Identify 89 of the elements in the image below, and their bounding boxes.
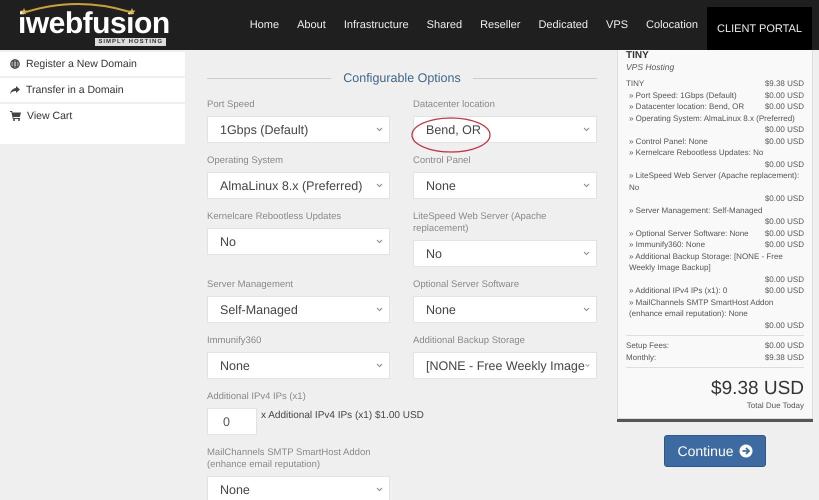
logo-wordmark[interactable]: iwebfusion	[18, 10, 168, 38]
summary-item-label: » LiteSpeed Web Server (Apache replacement): No	[628, 170, 800, 193]
field-label: Optional Server Software	[413, 279, 520, 291]
quantity-input[interactable]: 0	[207, 408, 257, 435]
chevron-down-icon	[583, 251, 590, 256]
chevron-down-icon	[376, 363, 383, 368]
dropdown[interactable]: No	[207, 228, 390, 255]
fee-price: $0.00 USD	[764, 340, 804, 352]
dropdown[interactable]: None	[207, 352, 390, 379]
product-title: TINY	[626, 50, 650, 62]
dropdown[interactable]: None	[207, 476, 390, 500]
chevron-down-icon	[583, 127, 590, 132]
nav-link[interactable]: About	[288, 0, 335, 50]
summary-item-label: » Control Panel: None	[628, 136, 708, 147]
section-heading: Configurable Options	[343, 71, 461, 85]
nav-link[interactable]: VPS	[597, 0, 638, 50]
summary-item-price: $0.00 USD	[764, 193, 804, 204]
summary-item-price: $0.00 USD	[764, 274, 804, 285]
nav-link[interactable]: Home	[240, 0, 288, 50]
chevron-down-icon	[376, 127, 383, 132]
nav-link[interactable]: Infrastructure	[334, 0, 418, 50]
chevron-down-icon	[376, 239, 383, 244]
sidebar-item[interactable]: Transfer in a Domain	[0, 78, 185, 102]
dropdown[interactable]: Self-Managed	[207, 296, 390, 323]
chevron-down-icon	[584, 363, 590, 368]
summary-item-price: $0.00 USD	[764, 216, 804, 228]
dropdown[interactable]: No	[413, 240, 597, 267]
summary-item-label: » Server Management: Self-Managed	[628, 204, 762, 216]
summary-item-label: » Operating System: AlmaLinux 8.x (Preferred)	[628, 112, 795, 124]
field-label: Port Speed	[207, 99, 256, 111]
sidebar-item[interactable]: View Cart	[0, 104, 185, 144]
dropdown[interactable]: Bend, OR	[413, 116, 597, 143]
continue-button[interactable]: Continue	[664, 434, 766, 466]
dropdown[interactable]: AlmaLinux 8.x (Preferred)	[207, 172, 390, 199]
summary-item-label: » Additional Backup Storage: [NONE - Free Weekly Image Backup]	[628, 250, 784, 274]
chevron-down-icon	[376, 307, 383, 312]
summary-item-label: TINY	[626, 78, 644, 90]
arrow-circle-icon	[738, 444, 753, 458]
sidebar-item[interactable]: Register a New Domain	[0, 52, 185, 76]
summary-item-price: $0.00 USD	[764, 124, 804, 136]
field-label: Server Management	[207, 279, 294, 291]
summary-item-price: $0.00 USD	[764, 285, 804, 296]
nav-link[interactable]: Colocation	[637, 0, 708, 50]
chevron-down-icon	[376, 487, 383, 492]
globe-icon	[10, 59, 20, 69]
nav-link[interactable]: Reseller	[471, 0, 530, 50]
dropdown[interactable]: 1Gbps (Default)	[207, 116, 390, 143]
summary-item-label: » Kernelcare Rebootless Updates: No	[628, 147, 764, 158]
field-label: Additional IPv4 IPs (x1)	[207, 391, 307, 403]
chevron-down-icon	[583, 307, 590, 312]
chevron-down-icon	[376, 183, 383, 188]
total-label: Total Due Today	[746, 400, 804, 412]
fee-label: Setup Fees:	[626, 340, 670, 352]
quantity-price-text: x Additional IPv4 IPs (x1) $1.00 USD	[261, 410, 424, 421]
field-label: Operating System	[207, 155, 284, 167]
dropdown[interactable]: None	[413, 296, 597, 323]
field-label: LiteSpeed Web Server (Apache replacement)	[413, 211, 548, 235]
chevron-down-icon	[583, 183, 590, 188]
share-arrow-icon	[10, 86, 20, 95]
summary-item-price: $0.00 USD	[764, 90, 804, 101]
summary-item-label: » Additional IPv4 IPs (x1): 0	[628, 285, 728, 296]
summary-item-price: $0.00 USD	[764, 158, 804, 170]
total-amount: $9.38 USD	[711, 378, 804, 400]
summary-item-label: » Optional Server Software: None	[628, 228, 749, 239]
fee-price: $9.38 USD	[764, 352, 804, 363]
summary-item-price: $9.38 USD	[764, 78, 804, 90]
summary-item-label: » Datacenter location: Bend, OR	[628, 101, 744, 112]
summary-item-label: » MailChannels SMTP SmartHost Addon (enhance email reputation): None	[628, 296, 774, 320]
summary-item-price: $0.00 USD	[764, 101, 804, 112]
product-subtitle: VPS Hosting	[626, 62, 676, 73]
nav-link[interactable]: Shared	[418, 0, 472, 50]
dropdown[interactable]: [NONE - Free Weekly Image	[413, 352, 597, 379]
summary-item-price: $0.00 USD	[764, 239, 804, 250]
field-label: Control Panel	[413, 155, 472, 167]
summary-item-price: $0.00 USD	[764, 136, 804, 147]
fee-label: Monthly:	[626, 352, 656, 363]
field-label: Additional Backup Storage	[413, 335, 526, 347]
field-label: Kernelcare Rebootless Updates	[207, 211, 342, 223]
summary-item-label: » Port Speed: 1Gbps (Default)	[628, 90, 737, 101]
summary-item-price: $0.00 USD	[764, 320, 804, 331]
dropdown[interactable]: None	[413, 172, 597, 199]
cart-icon	[10, 111, 21, 121]
nav-link[interactable]: Dedicated	[529, 0, 598, 50]
field-label: MailChannels SMTP SmartHost Addon (enhance email reputation)	[207, 447, 372, 471]
summary-item-price: $0.00 USD	[764, 228, 804, 239]
field-label: Datacenter location	[413, 99, 496, 111]
summary-item-label: » Immunify360: None	[628, 239, 706, 250]
field-label: Immunify360	[207, 335, 262, 347]
client-portal-link[interactable]: CLIENT PORTAL	[707, 7, 812, 50]
